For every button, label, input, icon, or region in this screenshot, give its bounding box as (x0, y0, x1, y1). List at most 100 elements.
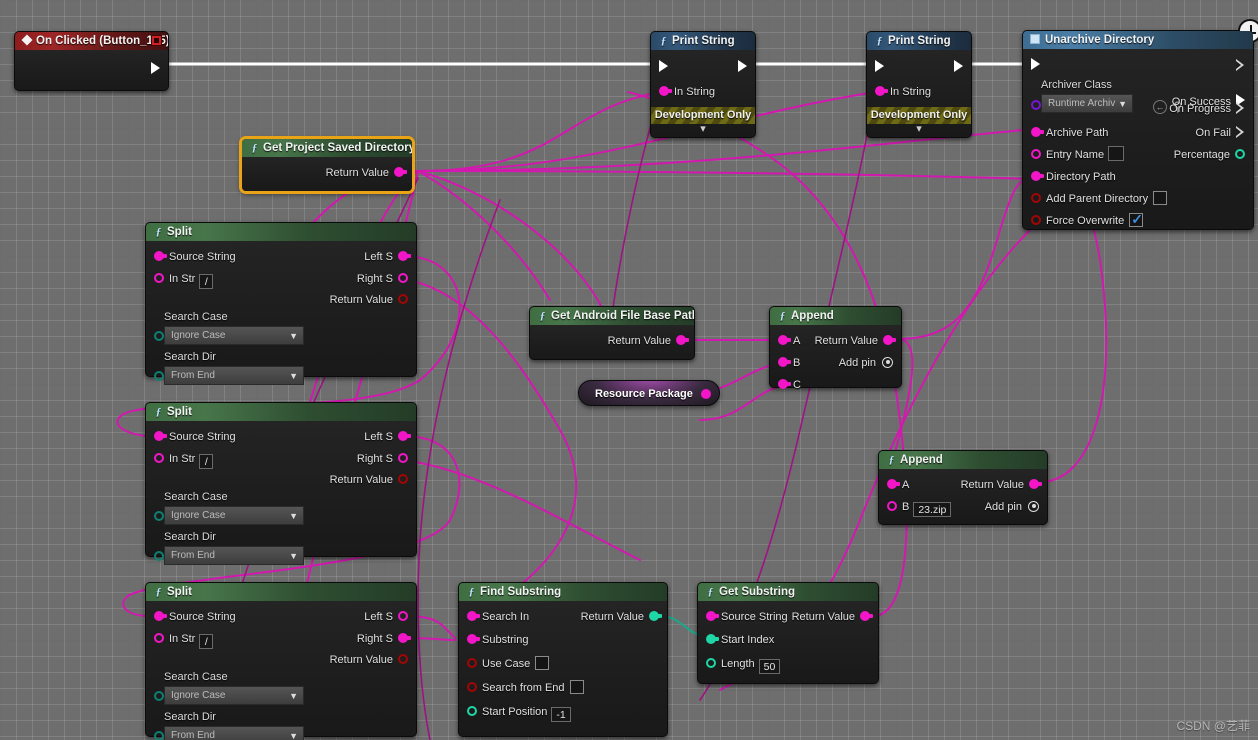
input-pin-entry-name[interactable]: Entry Name (1031, 144, 1125, 166)
node-append-1[interactable]: ƒ Append A Return Value B Add pin C (769, 306, 902, 391)
input-pin-source-string[interactable]: Source String (154, 426, 236, 448)
field-search-case[interactable]: Search Case Ignore Case ▼ (146, 670, 416, 710)
node-print-string-2[interactable]: ƒ Print String In String Development Only… (866, 31, 972, 138)
boolean-pin-icon[interactable] (398, 294, 408, 304)
pin-row-return-value[interactable]: Return Value (146, 650, 416, 670)
exec-out-pin[interactable] (738, 55, 747, 81)
integer-pin-icon[interactable] (706, 634, 719, 644)
pin-row-directory-path[interactable]: Directory Path Percentage (1023, 149, 1253, 188)
string-pin-icon[interactable] (154, 431, 167, 441)
pin-row-in-str[interactable]: In Str / Right S (146, 628, 416, 650)
add-pin-icon[interactable] (1028, 501, 1039, 512)
input-pin-add-parent-directory[interactable]: Add Parent Directory (1031, 188, 1168, 210)
pin-row-search-in[interactable]: Search In Return Value (459, 606, 667, 628)
stop-recording-icon[interactable] (151, 35, 162, 46)
search-from-end-checkbox[interactable] (569, 680, 584, 694)
output-pin-left-s[interactable]: Left S (364, 426, 411, 448)
input-pin-directory-path[interactable]: Directory Path (1031, 166, 1116, 188)
boolean-pin-icon[interactable] (467, 658, 477, 668)
node-split-1[interactable]: ƒ Split Source String Left S In Str / Righ… (145, 222, 417, 385)
exec-in-pin[interactable] (1031, 54, 1040, 78)
input-pin-in-str[interactable]: In Str / (154, 268, 214, 290)
add-pin-button[interactable]: Add pin (985, 496, 1039, 518)
string-pin-icon[interactable] (860, 611, 873, 621)
node-on-clicked-button-145[interactable]: On Clicked (Button_145) (14, 31, 169, 91)
input-pin-search-from-end[interactable]: Search from End (467, 676, 584, 700)
pin-row-in-string[interactable]: In String (867, 81, 971, 103)
boolean-pin-icon[interactable] (398, 474, 408, 484)
output-pin-on-fail[interactable]: On Fail (1196, 122, 1245, 144)
pin-row-source-string[interactable]: Source String Left S (146, 606, 416, 628)
string-pin-icon[interactable] (1031, 171, 1044, 181)
string-pin-icon[interactable] (778, 379, 791, 389)
string-pin-icon[interactable] (887, 479, 900, 489)
string-pin-icon[interactable] (875, 86, 888, 96)
input-pin-source-string[interactable]: Source String (706, 606, 788, 628)
archiver-class-dropdown[interactable]: Runtime Archiv ▼ (1041, 94, 1133, 113)
output-pin-return-value[interactable]: Return Value (330, 290, 408, 310)
string-pin-icon[interactable] (467, 611, 480, 621)
search-case-dropdown[interactable]: Ignore Case ▼ (164, 326, 304, 345)
force-overwrite-checkbox[interactable] (1129, 211, 1144, 227)
output-pin-left-s[interactable]: Left S (364, 606, 408, 628)
pin-row-in-str[interactable]: In Str / Right S (146, 268, 416, 290)
node-unarchive-directory[interactable]: Unarchive Directory Archiver Class Runti… (1022, 19, 1258, 230)
output-pin-percentage[interactable]: Percentage (1174, 144, 1245, 166)
pin-row-source-string[interactable]: Source String Left S (146, 246, 416, 268)
in-str-input[interactable]: / (199, 634, 214, 649)
float-pin-icon[interactable] (1235, 149, 1245, 159)
output-pin-return-value[interactable]: Return Value (961, 474, 1042, 496)
output-pin-return-value[interactable]: Return Value (815, 330, 896, 352)
node-split-2[interactable]: ƒ Split Source String Left S In Str / Righ… (145, 402, 417, 565)
field-search-dir[interactable]: Search Dir From End ▼ (146, 710, 416, 740)
input-pin-use-case[interactable]: Use Case (467, 652, 550, 676)
string-pin-icon[interactable] (398, 251, 411, 261)
pin-row-b[interactable]: B 23.zip Add pin (879, 496, 1047, 518)
expand-node-chevron-icon[interactable]: ▾ (651, 124, 755, 137)
boolean-pin-icon[interactable] (1031, 215, 1041, 225)
exec-out-pin[interactable] (954, 55, 963, 81)
string-pin-icon[interactable] (1031, 127, 1044, 137)
boolean-pin-icon[interactable] (1031, 193, 1041, 203)
input-pin-b[interactable]: B 23.zip (887, 496, 952, 518)
string-pin-icon[interactable] (398, 633, 411, 643)
add-parent-directory-checkbox[interactable] (1153, 191, 1168, 205)
in-str-input[interactable]: / (199, 274, 214, 289)
string-pin-icon[interactable] (1031, 149, 1041, 159)
input-pin-source-string[interactable]: Source String (154, 606, 236, 628)
pin-row-add-parent-directory[interactable]: Add Parent Directory (1023, 188, 1253, 210)
input-pin-in-string[interactable]: In String (659, 81, 715, 103)
integer-pin-icon[interactable] (706, 658, 716, 668)
node-append-2[interactable]: ƒ Append A Return Value B 23.zip Add pin (878, 450, 1048, 525)
string-pin-icon[interactable] (154, 633, 164, 643)
field-search-dir[interactable]: Search Dir From End ▼ (146, 350, 416, 390)
add-pin-icon[interactable] (882, 357, 893, 368)
string-pin-icon[interactable] (467, 634, 480, 644)
append-b-input[interactable]: 23.zip (913, 502, 952, 517)
boolean-pin-icon[interactable] (398, 654, 408, 664)
string-pin-icon[interactable] (398, 453, 408, 463)
string-pin-icon[interactable] (398, 431, 411, 441)
length-input[interactable]: 50 (758, 659, 781, 674)
output-pin-return-value[interactable]: Return Value (330, 650, 408, 670)
input-pin-in-string[interactable]: In String (875, 81, 931, 103)
input-pin-c[interactable]: C (778, 374, 801, 396)
pin-row-substring[interactable]: Substring (459, 628, 667, 652)
output-pin-return-value[interactable]: Return Value (792, 606, 873, 628)
node-get-android-file-base-path[interactable]: ƒ Get Android File Base Path Return Value (529, 306, 695, 360)
blueprint-graph-canvas[interactable]: On Clicked (Button_145) ƒ Get Project Sav… (0, 0, 1258, 740)
expand-node-chevron-icon[interactable]: ▾ (867, 124, 971, 137)
start-position-input[interactable]: -1 (551, 707, 571, 722)
pin-row-start-position[interactable]: Start Position -1 (459, 700, 667, 724)
node-get-project-saved-directory[interactable]: ƒ Get Project Saved Directory Return Valu… (241, 138, 413, 192)
string-pin-icon[interactable] (659, 86, 672, 96)
browse-back-icon[interactable]: ← (1153, 100, 1167, 114)
output-pin-return-value[interactable]: Return Value (326, 162, 407, 184)
pin-row-start-index[interactable]: Start Index (698, 628, 878, 652)
string-pin-icon[interactable] (706, 611, 719, 621)
add-pin-button[interactable]: Add pin (839, 352, 893, 374)
field-search-dir[interactable]: Search Dir From End ▼ (146, 530, 416, 570)
input-pin-a[interactable]: A (778, 330, 800, 352)
string-pin-icon[interactable] (676, 335, 689, 345)
input-pin-source-string[interactable]: Source String (154, 246, 236, 268)
